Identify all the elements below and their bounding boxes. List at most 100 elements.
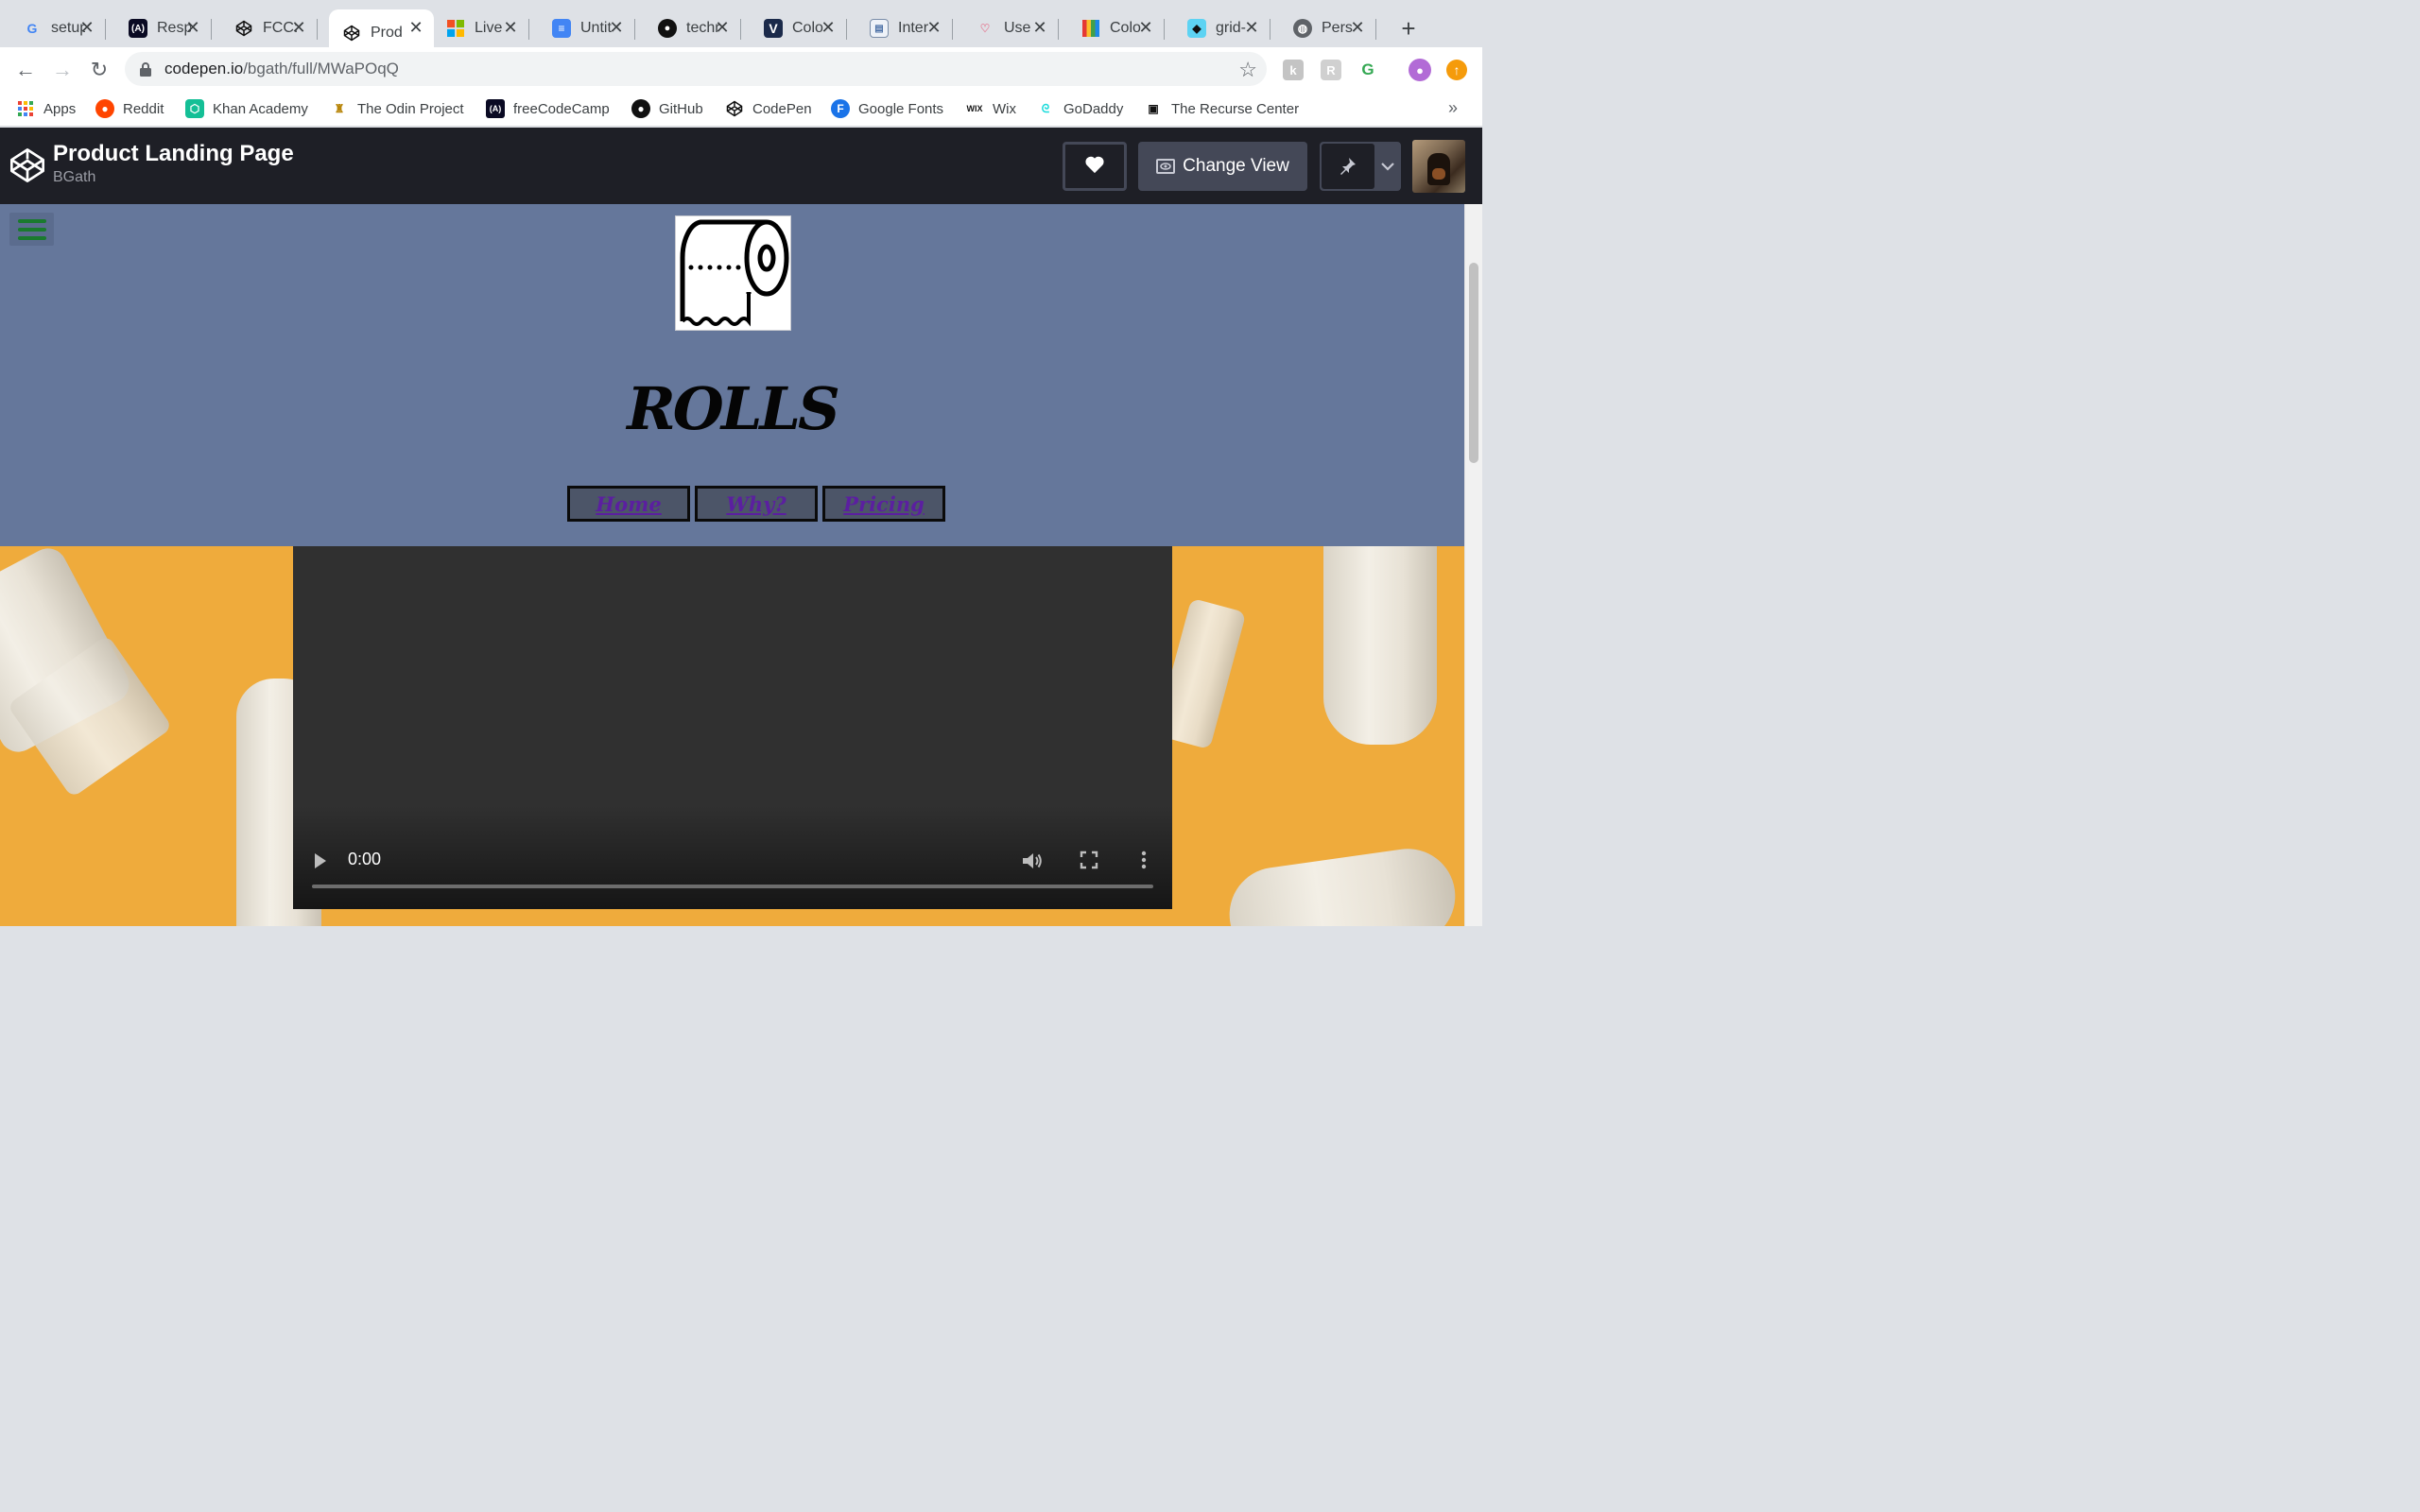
url-text: codepen.io/bgath/full/MWaPOqQ [164,60,399,78]
tab-grid[interactable]: ◆ grid- ✕ [1165,9,1270,47]
nav-link-home[interactable]: Home [567,486,690,522]
bookmark-label: Google Fonts [858,100,944,117]
bookmarks-overflow-icon[interactable]: » [1448,98,1458,118]
google-icon: G [26,21,38,36]
godaddy-icon: ᘓ [1041,101,1050,115]
tab-colo-2[interactable]: Colo ✕ [1059,9,1165,47]
toilet-roll-image [1323,546,1437,745]
tab-resp[interactable]: (A) Resp ✕ [106,9,212,47]
grammarly-icon[interactable]: G [1357,60,1378,80]
tab-inter[interactable]: ▤ Inter ✕ [847,9,953,47]
more-options-icon[interactable] [1138,849,1150,871]
video-section: 0:00 [0,546,1464,926]
codepen-logo-icon[interactable] [9,146,46,184]
video-player[interactable]: 0:00 [293,546,1172,909]
extension-r-icon[interactable]: R [1321,60,1341,80]
bookmark-codepen[interactable]: CodePen [725,98,812,119]
bookmark-label: GoDaddy [1063,100,1124,117]
play-icon[interactable] [314,852,329,869]
page-scrollbar[interactable] [1464,204,1482,926]
tab-live[interactable]: Live ✕ [424,9,529,47]
codepen-header: Product Landing Page BGath Change View [0,128,1482,204]
bookmark-apps[interactable]: Apps [16,98,76,119]
address-bar[interactable]: codepen.io/bgath/full/MWaPOqQ ☆ [125,52,1267,86]
bookmark-godaddy[interactable]: ᘓ GoDaddy [1036,98,1124,119]
volume-icon[interactable] [1021,850,1044,871]
nav-link-why[interactable]: Why? [695,486,818,522]
bookmark-label: The Recurse Center [1171,100,1300,117]
close-icon[interactable]: ✕ [500,17,521,38]
nav-link-pricing[interactable]: Pricing [822,486,945,522]
change-view-button[interactable]: Change View [1138,142,1307,191]
tab-techr[interactable]: ● techr ✕ [635,9,741,47]
bookmarks-bar: Apps ● Reddit ⬡ Khan Academy ♜ The Odin Pro… [0,91,1482,127]
pin-icon[interactable] [1322,144,1374,189]
close-icon[interactable]: ✕ [1135,17,1156,38]
pin-button[interactable] [1320,142,1401,191]
user-avatar[interactable] [1412,140,1465,193]
bookmark-star-icon[interactable]: ☆ [1238,58,1257,82]
close-icon[interactable]: ✕ [1241,17,1262,38]
bookmark-label: The Odin Project [357,100,464,117]
nav-bar: Home Why? Pricing [567,486,945,522]
heart-icon [1084,155,1105,179]
video-controls: 0:00 [293,833,1172,909]
back-icon[interactable]: ← [12,57,39,83]
bookmark-khan-academy[interactable]: ⬡ Khan Academy [185,98,308,119]
close-icon[interactable]: ✕ [606,17,627,38]
tab-pers[interactable]: ◍ Pers ✕ [1270,9,1376,47]
reddit-icon: ● [95,99,114,118]
color-palette-icon [1081,19,1100,38]
close-icon[interactable]: ✕ [77,17,97,38]
browser-toolbar: ← → ↻ codepen.io/bgath/full/MWaPOqQ ☆ k … [0,47,1482,91]
close-icon[interactable]: ✕ [924,17,944,38]
apps-grid-icon [16,99,35,118]
like-button[interactable] [1063,142,1127,191]
bookmark-label: Wix [993,100,1016,117]
bird-icon: ◆ [1187,19,1206,38]
close-icon[interactable]: ✕ [1347,17,1368,38]
bookmark-github[interactable]: ● GitHub [631,98,703,119]
close-icon[interactable]: ✕ [182,17,203,38]
close-icon[interactable]: ✕ [818,17,838,38]
freecodecamp-icon: (A) [486,99,505,118]
khan-academy-icon: ⬡ [185,99,204,118]
bookmark-reddit[interactable]: ● Reddit [95,98,164,119]
chevron-down-icon[interactable] [1378,157,1397,176]
tab-setup[interactable]: G setup ✕ [0,9,106,47]
toilet-paper-logo [675,215,791,331]
forward-icon[interactable]: → [49,57,76,83]
bookmark-label: Apps [43,100,77,117]
reload-icon[interactable]: ↻ [86,57,112,83]
video-progress-bar[interactable] [312,885,1153,888]
pen-author[interactable]: BGath [53,169,95,186]
pen-preview: ROLLS Home Why? Pricing 0:00 [0,204,1464,926]
profile-avatar-icon[interactable]: ● [1409,59,1431,81]
tab-use[interactable]: ♡ Use ✕ [953,9,1059,47]
bookmark-label: Reddit [123,100,164,117]
fullscreen-icon[interactable] [1080,850,1098,869]
codepen-icon [234,19,253,38]
odin-project-icon: ♜ [334,102,345,115]
tab-untitled[interactable]: ≡ Untit ✕ [529,9,635,47]
update-icon[interactable]: ↑ [1446,60,1467,80]
close-icon[interactable]: ✕ [1029,17,1050,38]
bookmark-google-fonts[interactable]: F Google Fonts [831,98,943,119]
hamburger-menu-icon[interactable] [9,213,54,246]
bookmark-wix[interactable]: WIX Wix [965,98,1017,119]
change-view-label: Change View [1183,156,1289,176]
new-tab-button[interactable]: + [1395,14,1422,43]
bookmark-label: freeCodeCamp [513,100,610,117]
tab-fcc[interactable]: FCC: ✕ [212,9,318,47]
bookmark-recurse-center[interactable]: ▣ The Recurse Center [1144,98,1299,119]
globe-icon: ◍ [1293,19,1312,38]
bookmark-label: GitHub [659,100,703,117]
close-icon[interactable]: ✕ [288,17,309,38]
scrollbar-thumb[interactable] [1469,263,1478,463]
header-section: ROLLS Home Why? Pricing [0,204,1464,546]
close-icon[interactable]: ✕ [712,17,733,38]
tab-colo-1[interactable]: V Colo ✕ [741,9,847,47]
bookmark-freecodecamp[interactable]: (A) freeCodeCamp [486,98,610,119]
bookmark-odin-project[interactable]: ♜ The Odin Project [330,98,464,119]
extension-k-icon[interactable]: k [1283,60,1304,80]
